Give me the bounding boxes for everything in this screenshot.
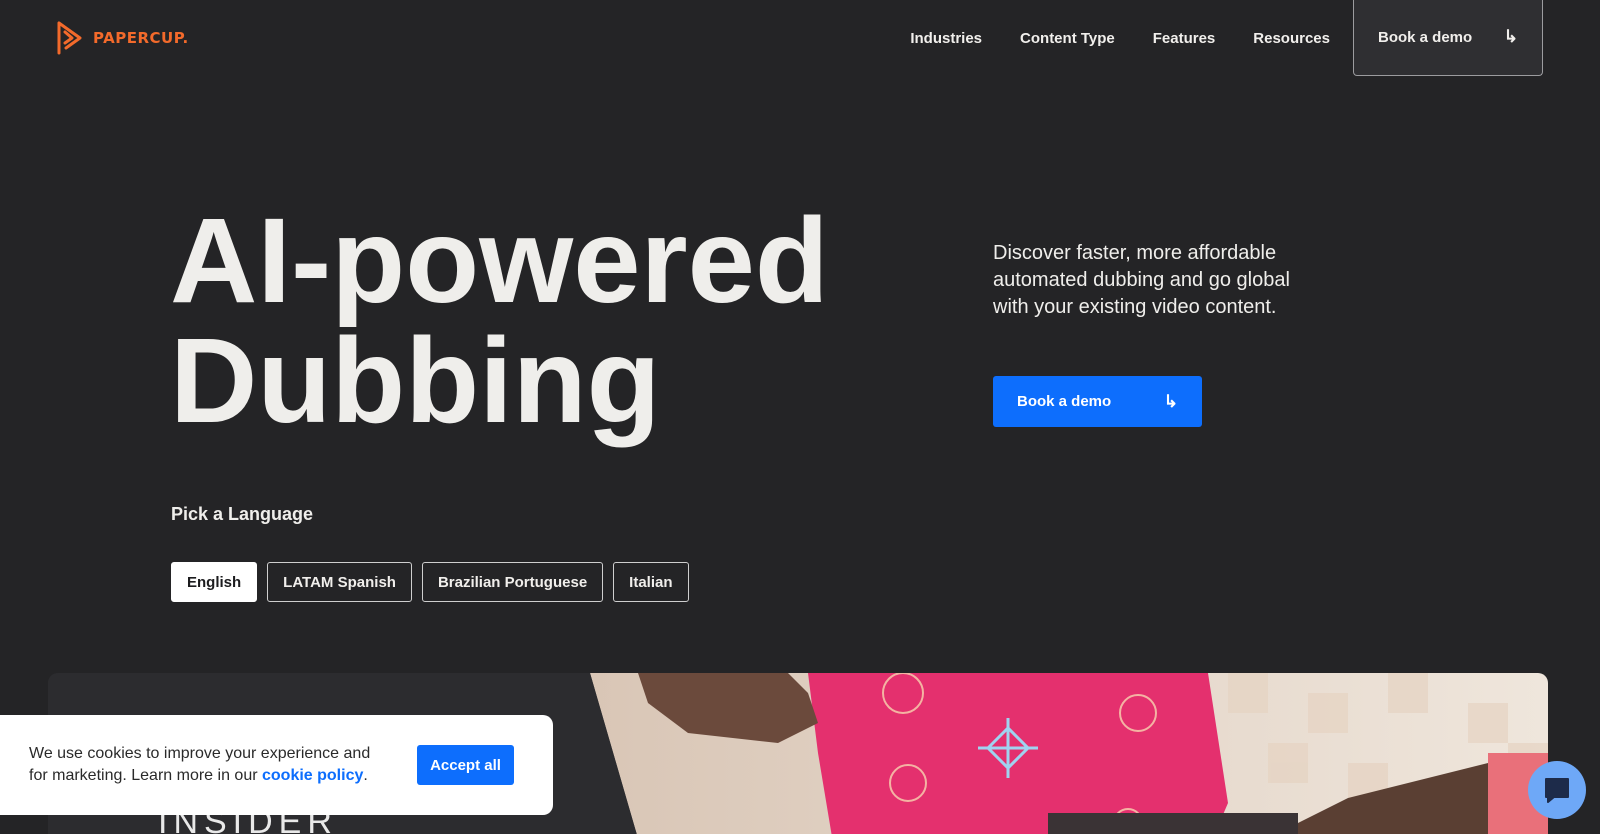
brand-logo[interactable]: PAPERCUP.	[56, 20, 189, 56]
chat-bubble-icon	[1545, 778, 1569, 803]
language-option-english[interactable]: English	[171, 562, 258, 602]
hero-title: AI-powered Dubbing	[170, 200, 829, 441]
cookie-message: We use cookies to improve your experienc…	[29, 743, 389, 787]
hero-description: Discover faster, more affordable automat…	[993, 242, 1290, 318]
hero-title-line1: AI-powered	[170, 192, 829, 328]
cookie-message-end: .	[363, 767, 368, 784]
cookie-banner: We use cookies to improve your experienc…	[0, 715, 553, 815]
arrow-turn-down-right-icon: ↳	[1163, 391, 1178, 411]
nav-item-industries[interactable]: Industries	[910, 30, 982, 47]
header-book-demo-button[interactable]: Book a demo ↳	[1353, 0, 1543, 76]
hero-book-demo-label: Book a demo	[1017, 393, 1112, 410]
language-option-brazilian-portuguese[interactable]: Brazilian Portuguese	[421, 562, 604, 602]
nav-item-resources[interactable]: Resources	[1253, 30, 1330, 47]
hero-book-demo-button[interactable]: Book a demo ↳	[993, 376, 1202, 427]
header-book-demo-label: Book a demo	[1378, 28, 1473, 46]
nav-item-content-type[interactable]: Content Type	[1020, 30, 1115, 47]
nav-item-features[interactable]: Features	[1153, 30, 1216, 47]
arrow-turn-down-right-icon: ↳	[1503, 27, 1518, 46]
accept-all-cookies-button[interactable]: Accept all	[417, 745, 514, 785]
cookie-policy-link[interactable]: cookie policy	[262, 767, 363, 784]
chat-launcher-button[interactable]	[1528, 761, 1586, 819]
language-option-italian[interactable]: Italian	[613, 562, 689, 602]
hero-title-line2: Dubbing	[170, 312, 661, 448]
language-picker: English LATAM Spanish Brazilian Portugue…	[171, 562, 689, 602]
brand-name: PAPERCUP.	[93, 29, 189, 47]
language-picker-label: Pick a Language	[171, 504, 314, 524]
main-nav: Industries Content Type Features Resourc…	[910, 0, 1330, 76]
language-option-latam-spanish[interactable]: LATAM Spanish	[267, 562, 412, 602]
papercup-logo-icon	[57, 21, 82, 55]
